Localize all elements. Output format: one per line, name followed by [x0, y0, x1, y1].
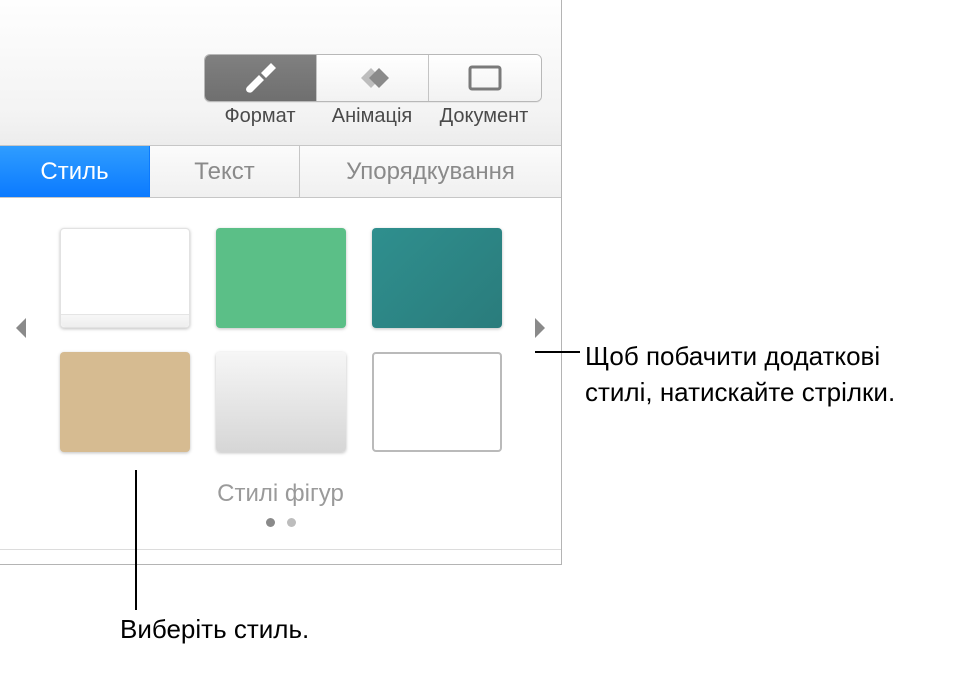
- styles-prev-arrow[interactable]: [14, 318, 28, 344]
- shape-styles-area: Стилі фігур: [0, 198, 561, 527]
- style-swatch-white[interactable]: [60, 228, 190, 328]
- tab-style[interactable]: Стиль: [0, 146, 150, 197]
- chevron-right-icon: [533, 318, 547, 338]
- document-segment[interactable]: [429, 55, 541, 101]
- brush-icon: [241, 63, 281, 93]
- diamond-stack-icon: [351, 65, 395, 91]
- inspector-panel: Формат Анімація Документ Стиль Текст Упо…: [0, 0, 562, 565]
- animation-label: Анімація: [316, 105, 428, 128]
- document-label: Документ: [428, 105, 540, 128]
- style-swatch-tan[interactable]: [60, 352, 190, 452]
- document-rect-icon: [468, 65, 502, 91]
- callout-select-hint: Виберіть стиль.: [120, 614, 309, 645]
- callout-text-line: стилі, натискайте стрілки.: [585, 377, 895, 407]
- panel-separator: [0, 549, 561, 550]
- tab-text[interactable]: Текст: [150, 146, 300, 197]
- chevron-left-icon: [14, 318, 28, 338]
- style-swatch-teal[interactable]: [372, 228, 502, 328]
- callout-leader-line: [135, 470, 137, 610]
- style-swatch-green[interactable]: [216, 228, 346, 328]
- style-swatch-silver[interactable]: [216, 352, 346, 452]
- callout-text-line: Щоб побачити додаткові: [585, 341, 880, 371]
- style-swatch-outline[interactable]: [372, 352, 502, 452]
- style-swatch-grid: [40, 228, 521, 452]
- callout-arrow-hint: Щоб побачити додаткові стилі, натискайте…: [585, 338, 895, 411]
- styles-next-arrow[interactable]: [533, 318, 547, 344]
- animation-segment[interactable]: [317, 55, 429, 101]
- tab-arrange[interactable]: Упорядкування: [300, 146, 561, 197]
- shape-styles-label: Стилі фігур: [40, 480, 521, 508]
- style-page-dots: [40, 518, 521, 527]
- format-label: Формат: [204, 105, 316, 128]
- inspector-subtabs: Стиль Текст Упорядкування: [0, 146, 561, 198]
- callout-leader-line: [535, 351, 580, 353]
- page-dot[interactable]: [266, 518, 275, 527]
- format-segment[interactable]: [205, 55, 317, 101]
- toolbar-segmented-control: [204, 54, 542, 102]
- page-dot[interactable]: [287, 518, 296, 527]
- toolbar-labels: Формат Анімація Документ: [204, 105, 540, 128]
- toolbar: Формат Анімація Документ: [0, 0, 561, 146]
